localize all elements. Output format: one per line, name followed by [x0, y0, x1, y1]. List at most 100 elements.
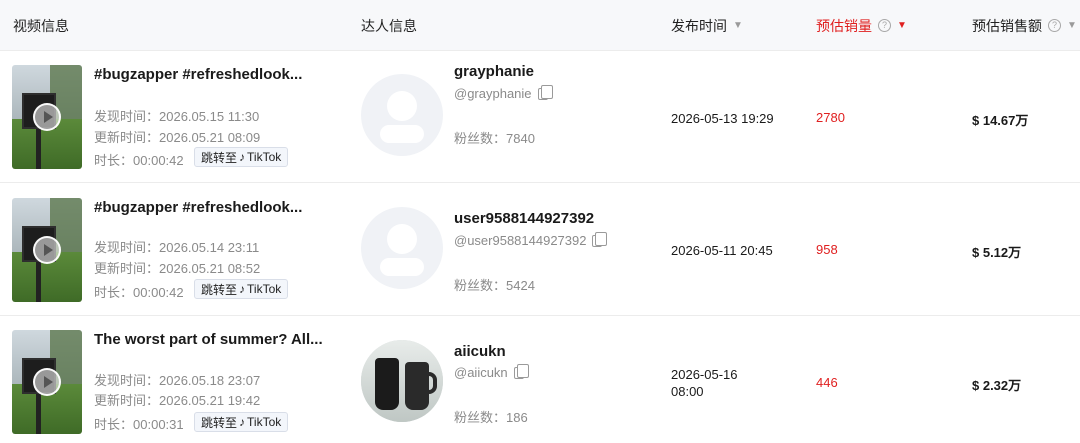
- goto-tiktok-button[interactable]: 跳转至 ♪ TikTok: [194, 279, 289, 299]
- fans-count: 粉丝数：186: [454, 407, 528, 426]
- play-icon[interactable]: [33, 236, 61, 264]
- publish-time: 2026-05-13 19:29: [671, 110, 774, 127]
- goto-label: 跳转至: [201, 415, 238, 430]
- video-title[interactable]: #bugzapper #refreshedlook...: [94, 199, 326, 216]
- discovered-value: 2026.05.18 23:07: [159, 373, 261, 388]
- est-sales: 446: [816, 375, 838, 390]
- creator-avatar[interactable]: [361, 340, 443, 422]
- duration-label: 时长：: [94, 153, 134, 168]
- updated-label: 更新时间：: [94, 130, 160, 145]
- publish-time: 2026-05-11 20:45: [671, 242, 773, 259]
- publish-time-line2: 08:00: [671, 384, 704, 399]
- fans-count: 粉丝数：7840: [454, 128, 535, 147]
- fans-value: 7840: [506, 131, 535, 146]
- updated-value: 2026.05.21 19:42: [159, 393, 261, 408]
- creator-handle-text: @grayphanie: [454, 86, 532, 101]
- sort-est-sales[interactable]: 预估销量 ? ▼: [816, 0, 907, 51]
- publish-time-line1: 2026-05-13 19:29: [671, 111, 774, 126]
- help-icon[interactable]: ?: [1048, 19, 1061, 32]
- video-thumbnail[interactable]: [12, 330, 82, 434]
- creator-handle: @grayphanie: [454, 84, 553, 101]
- creator-name[interactable]: grayphanie: [454, 63, 534, 80]
- updated-value: 2026.05.21 08:52: [159, 261, 261, 276]
- fans-label: 粉丝数：: [454, 278, 507, 293]
- discovered-time: 发现时间：2026.05.18 23:07: [94, 370, 260, 389]
- est-sales: 2780: [816, 110, 845, 125]
- duration-label: 时长：: [94, 417, 134, 432]
- sort-est-revenue[interactable]: 预估销售额 ? ▼: [972, 0, 1077, 51]
- video-thumbnail[interactable]: [12, 198, 82, 302]
- creator-handle: @user9588144927392: [454, 231, 608, 248]
- updated-time: 更新时间：2026.05.21 08:52: [94, 258, 260, 277]
- creator-handle: @aiicukn: [454, 363, 529, 380]
- updated-time: 更新时间：2026.05.21 19:42: [94, 390, 260, 409]
- discovered-label: 发现时间：: [94, 373, 160, 388]
- copy-icon[interactable]: [537, 84, 553, 100]
- fans-label: 粉丝数：: [454, 410, 507, 425]
- header-publish-time-label: 发布时间: [671, 17, 727, 34]
- goto-tiktok-button[interactable]: 跳转至 ♪ TikTok: [194, 412, 289, 432]
- header-creator-info: 达人信息: [361, 0, 417, 51]
- tiktok-label: TikTok: [247, 415, 282, 429]
- duration-value: 00:00:42: [133, 153, 184, 168]
- discovered-time: 发现时间：2026.05.15 11:30: [94, 106, 259, 125]
- video-thumbnail[interactable]: [12, 65, 82, 169]
- duration-value: 00:00:31: [133, 417, 184, 432]
- creator-avatar[interactable]: [361, 207, 443, 289]
- table-row: The worst part of summer? All... 发现时间：20…: [0, 316, 1080, 443]
- header-est-revenue-label: 预估销售额: [972, 17, 1042, 34]
- goto-tiktok-button[interactable]: 跳转至 ♪ TikTok: [194, 147, 289, 167]
- caret-down-icon: ▼: [897, 20, 907, 31]
- fans-label: 粉丝数：: [454, 131, 507, 146]
- play-icon[interactable]: [33, 103, 61, 131]
- creator-name[interactable]: user9588144927392: [454, 210, 594, 227]
- discovered-value: 2026.05.14 23:11: [159, 240, 260, 255]
- discovered-value: 2026.05.15 11:30: [159, 109, 260, 124]
- duration-label: 时长：: [94, 285, 134, 300]
- duration-value: 00:00:42: [133, 285, 184, 300]
- copy-icon[interactable]: [592, 231, 608, 247]
- tiktok-logo-icon: ♪: [239, 150, 246, 164]
- duration: 时长：00:00:42: [94, 282, 184, 301]
- copy-icon[interactable]: [513, 363, 529, 379]
- tiktok-label: TikTok: [247, 150, 282, 164]
- duration: 时长：00:00:42: [94, 150, 184, 169]
- creator-handle-text: @aiicukn: [454, 365, 508, 380]
- goto-label: 跳转至: [201, 282, 238, 297]
- fans-value: 5424: [506, 278, 535, 293]
- discovered-label: 发现时间：: [94, 109, 160, 124]
- play-icon[interactable]: [33, 368, 61, 396]
- help-icon[interactable]: ?: [878, 19, 891, 32]
- sort-publish-time[interactable]: 发布时间 ▼: [671, 0, 743, 51]
- creator-handle-text: @user9588144927392: [454, 233, 587, 248]
- goto-label: 跳转至: [201, 150, 238, 165]
- creator-name[interactable]: aiicukn: [454, 343, 506, 360]
- discovered-label: 发现时间：: [94, 240, 160, 255]
- updated-value: 2026.05.21 08:09: [159, 130, 261, 145]
- caret-down-icon: ▼: [1067, 20, 1077, 31]
- table-row: #bugzapper #refreshedlook... 发现时间：2026.0…: [0, 51, 1080, 183]
- tiktok-label: TikTok: [247, 282, 282, 296]
- video-title[interactable]: The worst part of summer? All...: [94, 331, 326, 348]
- table-row: #bugzapper #refreshedlook... 发现时间：2026.0…: [0, 184, 1080, 316]
- est-sales: 958: [816, 242, 838, 257]
- updated-label: 更新时间：: [94, 393, 160, 408]
- header-video-info: 视频信息: [13, 0, 69, 51]
- header-creator-info-label: 达人信息: [361, 17, 417, 34]
- tiktok-logo-icon: ♪: [239, 415, 246, 429]
- updated-label: 更新时间：: [94, 261, 160, 276]
- duration: 时长：00:00:31: [94, 414, 184, 433]
- video-title[interactable]: #bugzapper #refreshedlook...: [94, 66, 326, 83]
- creator-avatar[interactable]: [361, 74, 443, 156]
- fans-count: 粉丝数：5424: [454, 275, 535, 294]
- publish-time-line1: 2026-05-11 20:45: [671, 243, 773, 258]
- publish-time-line1: 2026-05-16: [671, 367, 738, 382]
- est-revenue: $ 2.32万: [972, 378, 1022, 393]
- header-video-info-label: 视频信息: [13, 17, 69, 34]
- caret-down-icon: ▼: [733, 20, 743, 31]
- table-header: 视频信息 达人信息 发布时间 ▼ 预估销量 ? ▼ 预估销售额 ? ▼: [0, 0, 1080, 51]
- tiktok-logo-icon: ♪: [239, 282, 246, 296]
- publish-time: 2026-05-16 08:00: [671, 366, 738, 400]
- updated-time: 更新时间：2026.05.21 08:09: [94, 127, 260, 146]
- est-revenue: $ 14.67万: [972, 113, 1029, 128]
